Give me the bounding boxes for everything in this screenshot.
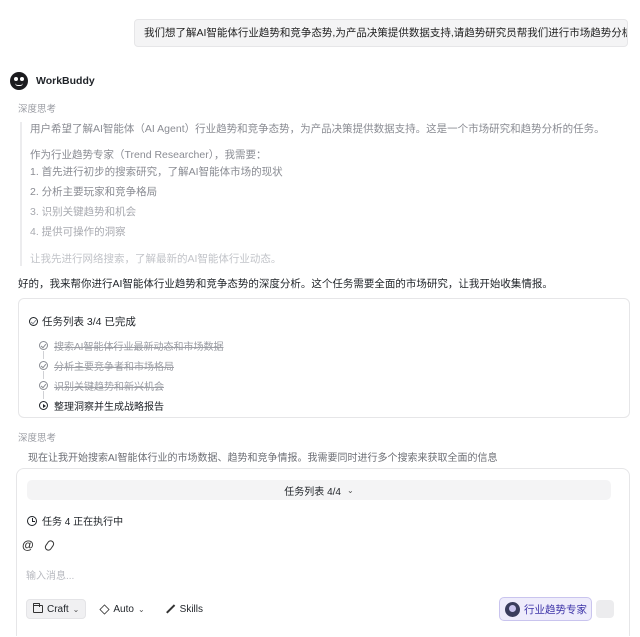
chevron-down-icon: ⌄ (72, 604, 80, 614)
user-message-bubble: 我们想了解AI智能体行业趋势和竞争态势,为产品决策提供数据支持,请趋势研究员帮我… (134, 19, 628, 47)
craft-label: Craft (47, 603, 69, 615)
send-button[interactable] (596, 600, 614, 618)
wand-icon (165, 604, 175, 614)
thinking-next: 让我先进行网络搜索，了解最新的AI智能体行业动态。 (30, 253, 282, 265)
thinking-step: 1. 首先进行初步的搜索研究，了解AI智能体市场的现状 (30, 166, 283, 178)
thinking-step: 3. 识别关键趋势和机会 (30, 206, 137, 218)
task-item-label: 识别关键趋势和新兴机会 (54, 382, 164, 393)
thinking-step: 2. 分析主要玩家和竞争格局 (30, 186, 158, 198)
play-circle-icon (39, 401, 48, 410)
task-item-label: 整理洞察并生成战略报告 (54, 402, 164, 413)
task-item-label: 分析主要竞争者和市场格局 (54, 362, 174, 373)
task-list-card: 任务列表 3/4 已完成 搜索AI智能体行业最新动态和市场数据 分析主要竞争者和… (18, 298, 630, 418)
check-circle-icon (29, 317, 38, 326)
task-list-title: 任务列表 3/4 已完成 (42, 316, 136, 328)
thinking-step: 4. 提供可操作的洞察 (30, 226, 126, 238)
exec-status-text: 任务 4 正在执行中 (42, 517, 124, 528)
task-list-header[interactable]: 任务列表 3/4 已完成 (29, 314, 136, 329)
folder-icon (33, 603, 43, 613)
task-item: 整理洞察并生成战略报告 (39, 398, 164, 413)
check-circle-icon (39, 341, 48, 350)
expert-agent-label: 行业趋势专家 (524, 603, 587, 616)
thinking-intro: 用户希望了解AI智能体（AI Agent）行业趋势和竞争态势，为产品决策提供数据… (30, 123, 605, 135)
task-item-label: 搜索AI智能体行业最新动态和市场数据 (54, 342, 224, 353)
clock-icon (27, 515, 37, 526)
check-circle-icon (39, 381, 48, 390)
agent-name: WorkBuddy (36, 75, 95, 87)
skills-label: Skills (179, 603, 203, 615)
expert-avatar-icon (505, 601, 520, 617)
mention-icon[interactable]: @ (22, 538, 34, 552)
layers-icon (99, 603, 110, 615)
agent-response: 好的，我来帮你进行AI智能体行业趋势和竞争态势的深度分析。这个任务需要全面的市场… (18, 278, 553, 290)
skills-button[interactable]: Skills (159, 599, 209, 619)
task-pill-label: 任务列表 4/4 (284, 486, 341, 498)
deep-thinking-label[interactable]: 深度思考 (18, 430, 56, 444)
chevron-down-icon: ⌄ (137, 604, 145, 614)
attachment-row: @ (22, 538, 56, 552)
expert-agent-button[interactable]: 行业趋势专家 (499, 597, 592, 621)
auto-model-button[interactable]: Auto ⌄ (94, 599, 150, 619)
task-list-toggle[interactable]: 任务列表 4/4 ⌄ (27, 480, 611, 500)
message-input[interactable]: 输入消息... (26, 567, 74, 582)
thinking-role: 作为行业趋势专家（Trend Researcher），我需要： (30, 149, 267, 161)
thinking-block: 用户希望了解AI智能体（AI Agent）行业趋势和竞争态势，为产品决策提供数据… (20, 122, 620, 266)
deep-thinking-text: 现在让我开始搜索AI智能体行业的市场数据、趋势和竞争情报。我需要同时进行多个搜索… (28, 453, 498, 462)
agent-header: WorkBuddy (10, 72, 95, 90)
task-item: 识别关键趋势和新兴机会 (39, 378, 164, 393)
task-item: 分析主要竞争者和市场格局 (39, 358, 174, 373)
user-message-text: 我们想了解AI智能体行业趋势和竞争态势,为产品决策提供数据支持,请趋势研究员帮我… (144, 27, 628, 39)
agent-avatar-icon (10, 72, 28, 90)
check-circle-icon (39, 361, 48, 370)
craft-mode-button[interactable]: Craft ⌄ (26, 599, 87, 619)
chevron-down-icon: ⌄ (346, 485, 354, 495)
thinking-label[interactable]: 深度思考 (18, 101, 56, 115)
input-toolbar: Craft ⌄ Auto ⌄ Skills (26, 599, 209, 619)
auto-label: Auto (113, 603, 134, 615)
exec-status: 任务 4 正在执行中 (27, 513, 123, 528)
task-item: 搜索AI智能体行业最新动态和市场数据 (39, 338, 223, 353)
